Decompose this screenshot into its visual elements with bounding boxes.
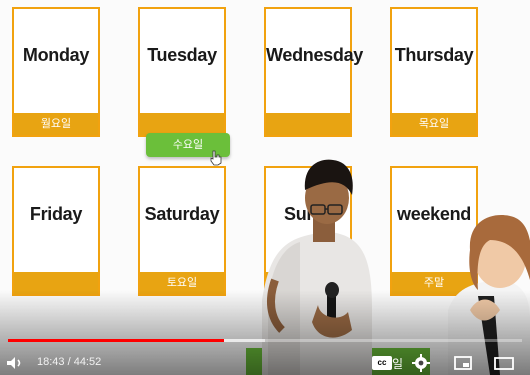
card-word: Thursday <box>394 45 474 65</box>
hand-cursor-icon <box>210 150 222 166</box>
card-word: Saturday <box>144 204 220 224</box>
card-word: Monday <box>22 45 90 65</box>
card-word: Friday <box>29 204 83 224</box>
card-korean-bar <box>14 272 98 294</box>
volume-icon[interactable] <box>4 352 26 374</box>
partial-card-label: 일 <box>392 357 404 371</box>
card-wednesday: Wednesday <box>264 7 364 137</box>
card-monday: Monday 월요일 <box>12 7 100 137</box>
card-tuesday: Tuesday <box>138 7 226 137</box>
card-korean-bar <box>266 113 350 135</box>
card-korean-bar: 토요일 <box>140 272 224 294</box>
card-korean-bar <box>266 272 350 294</box>
closed-captions-icon: cc <box>377 358 387 367</box>
time-display: 18:43 / 44:52 <box>37 356 102 368</box>
card-word: Sun <box>284 204 318 224</box>
card-korean-bar: 목요일 <box>392 113 476 135</box>
card-korean-bar: 주말 <box>392 272 476 294</box>
card-word: Tuesday <box>147 45 217 65</box>
card-word: weekend <box>397 204 471 224</box>
player-controls: 18:43 / 44:52 일 cc <box>0 350 530 375</box>
card-saturday: Saturday 토요일 <box>138 166 226 296</box>
card-word: Wednesday <box>266 45 364 65</box>
closed-captions-button[interactable]: cc <box>372 356 392 370</box>
theater-mode-icon[interactable] <box>493 352 515 374</box>
card-weekend: weekend 주말 <box>390 166 478 296</box>
card-korean-bar: 월요일 <box>14 113 98 135</box>
card-friday: Friday <box>12 166 100 296</box>
video-frame[interactable]: Monday 월요일 Tuesday Wednesday Thursday 목요… <box>0 0 530 375</box>
card-sunday: Sun <box>264 166 352 296</box>
settings-gear-icon[interactable] <box>410 352 432 374</box>
progress-bar[interactable] <box>8 339 522 342</box>
card-thursday: Thursday 목요일 <box>390 7 478 137</box>
progress-played <box>8 339 224 342</box>
miniplayer-icon[interactable] <box>452 352 474 374</box>
card-korean-bar <box>140 113 224 135</box>
